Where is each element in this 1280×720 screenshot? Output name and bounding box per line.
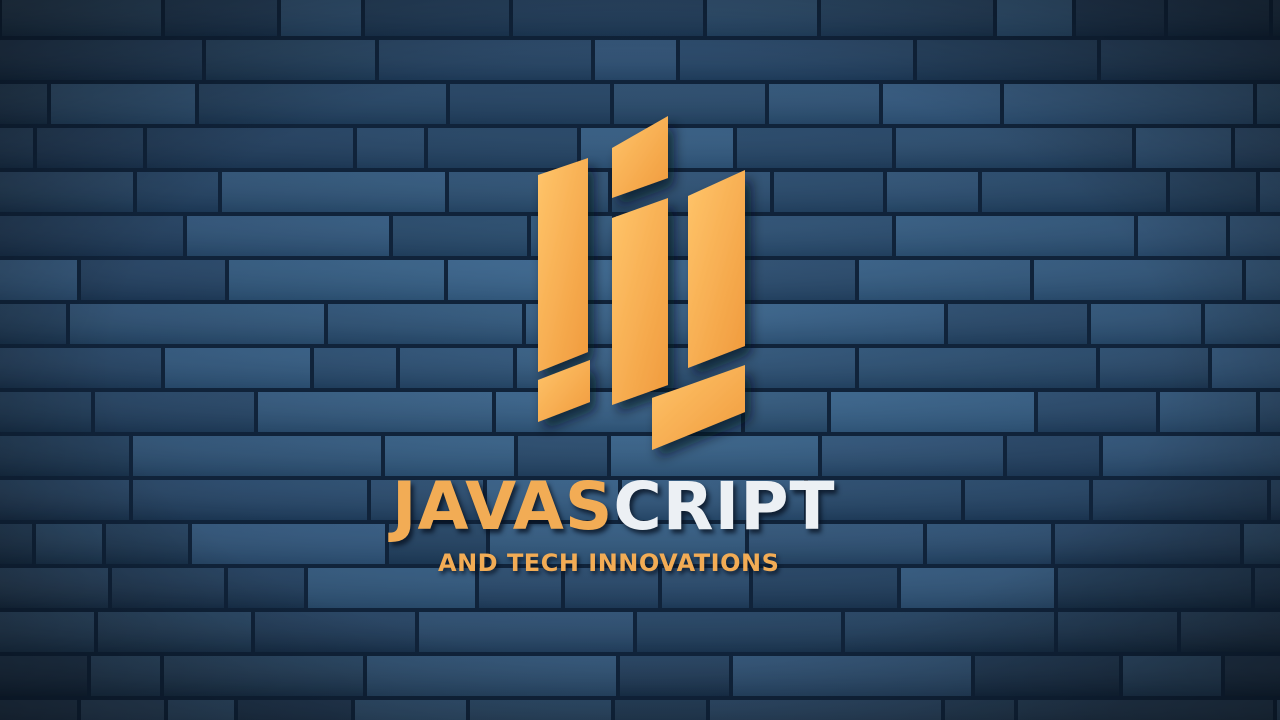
brand-title-part2: CRIPT (613, 468, 836, 545)
emblem-middle-bar (612, 198, 668, 405)
brand-scene: JAVASCRIPT AND TECH INNOVATIONS (0, 0, 1280, 720)
emblem-left-bar (538, 158, 588, 372)
brand-title-part1: JAVAS (392, 468, 614, 545)
brand-title: JAVASCRIPT (392, 470, 912, 544)
emblem-right-bar (688, 170, 745, 368)
brand-subtitle: AND TECH INNOVATIONS (438, 549, 780, 577)
emblem-logo-icon (538, 116, 745, 450)
emblem-small-slant (538, 360, 590, 422)
emblem-top-bar (612, 116, 668, 198)
